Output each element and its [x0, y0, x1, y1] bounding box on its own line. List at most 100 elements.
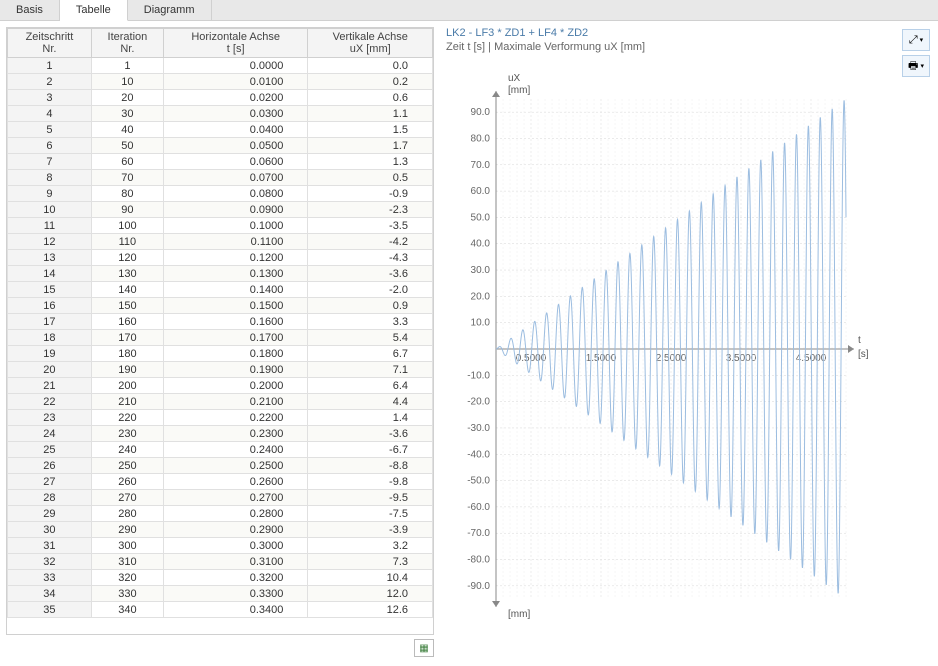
table-row[interactable]: 20 190 0.1900 7.1	[8, 362, 433, 378]
table-row[interactable]: 33 320 0.3200 10.4	[8, 570, 433, 586]
cell-ux: 1.3	[308, 154, 433, 170]
table-row[interactable]: 10 90 0.0900 -2.3	[8, 202, 433, 218]
cell-t: 0.1700	[163, 330, 307, 346]
cell-t: 0.0100	[163, 74, 307, 90]
cell-nr: 32	[8, 554, 92, 570]
cell-ux: 0.9	[308, 298, 433, 314]
table-row[interactable]: 14 130 0.1300 -3.6	[8, 266, 433, 282]
cell-iteration: 10	[91, 74, 163, 90]
cell-nr: 20	[8, 362, 92, 378]
table-row[interactable]: 6 50 0.0500 1.7	[8, 138, 433, 154]
cell-t: 0.2700	[163, 490, 307, 506]
svg-text:-90.0: -90.0	[467, 581, 490, 592]
table-row[interactable]: 34 330 0.3300 12.0	[8, 586, 433, 602]
cell-nr: 22	[8, 394, 92, 410]
svg-text:-40.0: -40.0	[467, 449, 490, 460]
cell-t: 0.2600	[163, 474, 307, 490]
col-horizontal[interactable]: Horizontale Achset [s]	[163, 29, 307, 58]
tab-diagramm[interactable]: Diagramm	[128, 0, 212, 20]
cell-ux: -9.5	[308, 490, 433, 506]
table-row[interactable]: 26 250 0.2500 -8.8	[8, 458, 433, 474]
table-row[interactable]: 27 260 0.2600 -9.8	[8, 474, 433, 490]
print-button[interactable]: 🖶▾	[902, 55, 930, 77]
table-row[interactable]: 4 30 0.0300 1.1	[8, 106, 433, 122]
cell-t: 0.0000	[163, 58, 307, 74]
chart-area[interactable]: -90.0-80.0-70.0-60.0-50.0-40.0-30.0-20.0…	[446, 59, 876, 629]
table-row[interactable]: 15 140 0.1400 -2.0	[8, 282, 433, 298]
cell-nr: 3	[8, 90, 92, 106]
table-row[interactable]: 16 150 0.1500 0.9	[8, 298, 433, 314]
table-row[interactable]: 11 100 0.1000 -3.5	[8, 218, 433, 234]
cell-iteration: 100	[91, 218, 163, 234]
cell-nr: 28	[8, 490, 92, 506]
cell-t: 0.2500	[163, 458, 307, 474]
col-vertikal[interactable]: Vertikale AchseuX [mm]	[308, 29, 433, 58]
table-row[interactable]: 28 270 0.2700 -9.5	[8, 490, 433, 506]
table-row[interactable]: 3 20 0.0200 0.6	[8, 90, 433, 106]
cell-t: 0.2400	[163, 442, 307, 458]
table-row[interactable]: 22 210 0.2100 4.4	[8, 394, 433, 410]
cell-nr: 8	[8, 170, 92, 186]
cell-iteration: 140	[91, 282, 163, 298]
cell-iteration: 50	[91, 138, 163, 154]
cell-iteration: 290	[91, 522, 163, 538]
svg-text:30.0: 30.0	[471, 265, 491, 276]
cell-nr: 23	[8, 410, 92, 426]
svg-text:-70.0: -70.0	[467, 528, 490, 539]
cell-ux: -7.5	[308, 506, 433, 522]
cell-nr: 35	[8, 602, 92, 618]
cell-t: 0.0500	[163, 138, 307, 154]
cell-nr: 29	[8, 506, 92, 522]
table-row[interactable]: 7 60 0.0600 1.3	[8, 154, 433, 170]
cell-ux: 10.4	[308, 570, 433, 586]
svg-text:-60.0: -60.0	[467, 502, 490, 513]
table-row[interactable]: 12 110 0.1100 -4.2	[8, 234, 433, 250]
table-row[interactable]: 21 200 0.2000 6.4	[8, 378, 433, 394]
svg-text:[mm]: [mm]	[508, 609, 530, 620]
table-row[interactable]: 5 40 0.0400 1.5	[8, 122, 433, 138]
cell-nr: 5	[8, 122, 92, 138]
cell-ux: 1.7	[308, 138, 433, 154]
col-iteration[interactable]: IterationNr.	[91, 29, 163, 58]
cell-nr: 15	[8, 282, 92, 298]
tab-basis[interactable]: Basis	[0, 0, 60, 20]
cell-ux: -0.9	[308, 186, 433, 202]
export-excel-button[interactable]: ▦	[414, 639, 434, 657]
table-row[interactable]: 24 230 0.2300 -3.6	[8, 426, 433, 442]
table-row[interactable]: 25 240 0.2400 -6.7	[8, 442, 433, 458]
table-row[interactable]: 17 160 0.1600 3.3	[8, 314, 433, 330]
cell-t: 0.3200	[163, 570, 307, 586]
cell-t: 0.2100	[163, 394, 307, 410]
cell-ux: -3.5	[308, 218, 433, 234]
table-row[interactable]: 19 180 0.1800 6.7	[8, 346, 433, 362]
table-row[interactable]: 29 280 0.2800 -7.5	[8, 506, 433, 522]
cell-ux: 3.2	[308, 538, 433, 554]
cell-t: 0.3400	[163, 602, 307, 618]
data-table: ZeitschrittNr. IterationNr. Horizontale …	[7, 28, 433, 618]
svg-text:50.0: 50.0	[471, 212, 491, 223]
table-row[interactable]: 13 120 0.1200 -4.3	[8, 250, 433, 266]
table-row[interactable]: 8 70 0.0700 0.5	[8, 170, 433, 186]
table-row[interactable]: 23 220 0.2200 1.4	[8, 410, 433, 426]
cell-t: 0.3300	[163, 586, 307, 602]
col-zeitschritt[interactable]: ZeitschrittNr.	[8, 29, 92, 58]
cell-t: 0.2200	[163, 410, 307, 426]
table-row[interactable]: 31 300 0.3000 3.2	[8, 538, 433, 554]
cell-ux: -3.9	[308, 522, 433, 538]
cell-iteration: 330	[91, 586, 163, 602]
cell-ux: 1.4	[308, 410, 433, 426]
table-row[interactable]: 9 80 0.0800 -0.9	[8, 186, 433, 202]
table-row[interactable]: 18 170 0.1700 5.4	[8, 330, 433, 346]
table-row[interactable]: 32 310 0.3100 7.3	[8, 554, 433, 570]
table-scroll[interactable]: ZeitschrittNr. IterationNr. Horizontale …	[6, 27, 434, 635]
cell-iteration: 270	[91, 490, 163, 506]
table-row[interactable]: 1 1 0.0000 0.0	[8, 58, 433, 74]
table-row[interactable]: 35 340 0.3400 12.6	[8, 602, 433, 618]
table-row[interactable]: 30 290 0.2900 -3.9	[8, 522, 433, 538]
chart-options-button[interactable]: ⤢▾	[902, 29, 930, 51]
table-row[interactable]: 2 10 0.0100 0.2	[8, 74, 433, 90]
cell-iteration: 220	[91, 410, 163, 426]
cell-ux: 0.0	[308, 58, 433, 74]
chart-title: LK2 - LF3 * ZD1 + LF4 * ZD2	[446, 27, 932, 39]
tab-tabelle[interactable]: Tabelle	[60, 0, 128, 21]
